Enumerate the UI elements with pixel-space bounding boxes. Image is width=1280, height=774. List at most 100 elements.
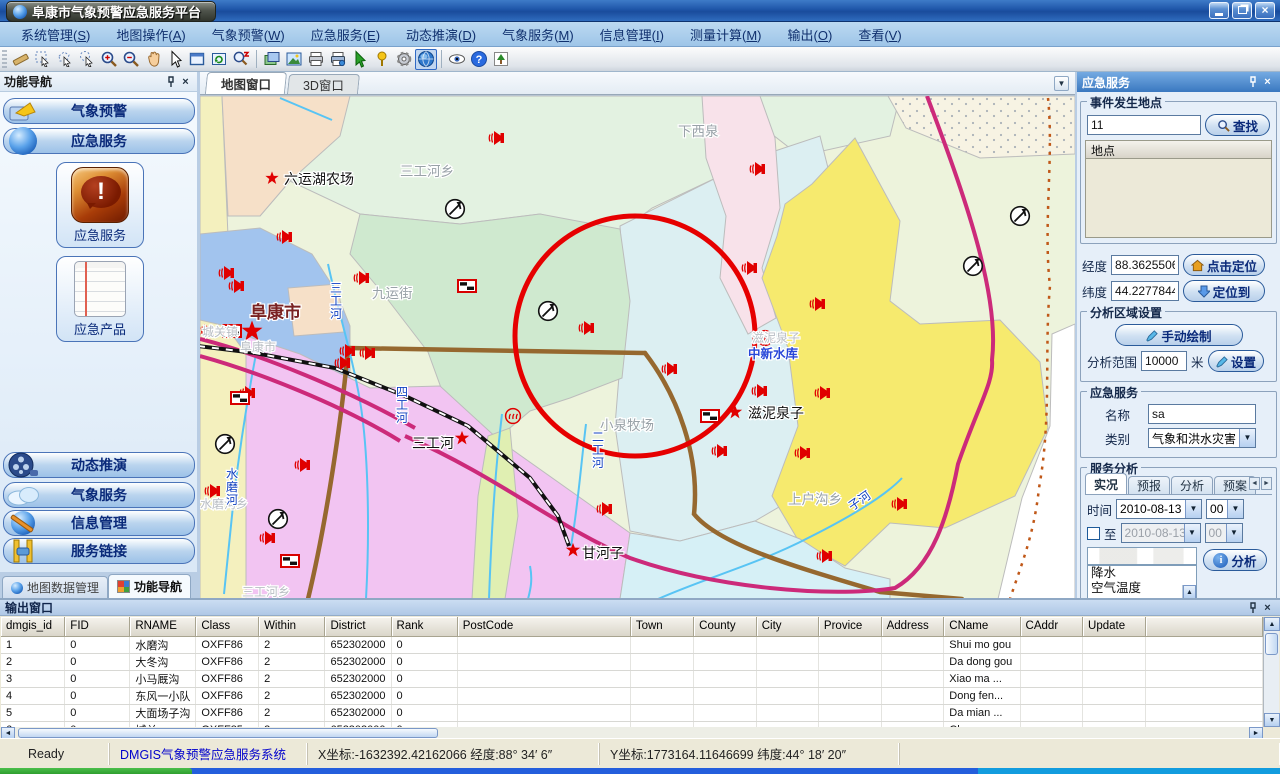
service-type-select[interactable]: 气象和洪水灾害 ▼ (1148, 428, 1256, 448)
close-button[interactable]: × (1255, 2, 1275, 19)
scrollbar-thumb[interactable] (1265, 633, 1278, 655)
menu-item-6[interactable]: 信息管理(I) (587, 22, 677, 47)
column-header[interactable]: dmgis_id (1, 617, 65, 636)
table-row[interactable]: 20大冬沟OXFF8626523020000Da dong gou (1, 653, 1263, 670)
table-row[interactable]: 10水磨沟OXFF8626523020000Shui mo gou (1, 636, 1263, 653)
column-header[interactable]: Update (1083, 617, 1146, 636)
column-header[interactable]: Town (630, 617, 693, 636)
flag-marker[interactable] (281, 555, 299, 567)
location-list[interactable] (1085, 158, 1272, 238)
flag-marker[interactable] (231, 392, 249, 404)
column-header[interactable]: District (325, 617, 391, 636)
print-icon[interactable] (305, 49, 327, 70)
wind-station-marker[interactable] (216, 435, 235, 454)
set-button[interactable]: 设置 (1208, 350, 1264, 372)
column-header[interactable]: CName (944, 617, 1020, 636)
location-list-header[interactable]: 地点 (1085, 140, 1272, 158)
measure-icon[interactable] (10, 49, 32, 70)
menu-item-5[interactable]: 气象服务(M) (489, 22, 587, 47)
zoom-out-icon[interactable] (120, 49, 142, 70)
menu-item-8[interactable]: 输出(O) (775, 22, 846, 47)
restore-button[interactable] (1232, 2, 1252, 19)
menu-item-9[interactable]: 查看(V) (845, 22, 914, 47)
scroll-up-icon[interactable]: ▲ (1264, 617, 1280, 631)
nav-group-weather-warning[interactable]: 气象预警 (3, 98, 195, 124)
locate-to-button[interactable]: 定位到 (1183, 280, 1265, 302)
table-row[interactable]: 40东风一小队OXFF8626523020000Dong fen... (1, 687, 1263, 704)
wind-station-marker[interactable] (964, 257, 983, 276)
tab-map-data-management[interactable]: 地图数据管理 (2, 576, 108, 598)
range-field[interactable] (1141, 351, 1187, 371)
emergency-service-button[interactable]: ! 应急服务 (56, 162, 144, 248)
scrollbar-thumb[interactable] (18, 728, 438, 738)
select-point-icon[interactable] (76, 49, 98, 70)
menu-item-3[interactable]: 应急服务(E) (298, 22, 393, 47)
search-button[interactable]: 查找 (1205, 114, 1270, 136)
nav-bar-service-links[interactable]: 服务链接 (3, 538, 195, 564)
wind-station-marker[interactable] (539, 302, 558, 321)
analysis-tab-预报[interactable]: 预报 (1128, 476, 1170, 494)
menu-item-2[interactable]: 气象预警(W) (199, 22, 298, 47)
close-icon[interactable]: × (1260, 601, 1275, 615)
wind-station-marker[interactable] (269, 510, 288, 529)
list-item[interactable]: 空气温度 (1088, 581, 1196, 596)
column-header[interactable]: CAddr (1020, 617, 1083, 636)
column-header[interactable]: Within (259, 617, 325, 636)
column-header[interactable]: RNAME (130, 617, 196, 636)
pin-icon[interactable] (163, 75, 178, 89)
to-date-select[interactable]: 2010-08-13▼ (1121, 523, 1201, 543)
flag-marker[interactable] (701, 410, 719, 422)
close-icon[interactable]: × (1260, 75, 1275, 89)
pan-icon[interactable] (142, 49, 164, 70)
close-icon[interactable]: × (178, 75, 193, 89)
click-locate-button[interactable]: 点击定位 (1183, 254, 1265, 276)
flag-marker[interactable] (458, 280, 476, 292)
toolbar-grip[interactable] (2, 50, 7, 68)
refresh-icon[interactable] (208, 49, 230, 70)
tab-list-dropdown-icon[interactable]: ▼ (1054, 76, 1069, 91)
menu-item-4[interactable]: 动态推演(D) (393, 22, 489, 47)
date-select[interactable]: 2010-08-13▼ (1116, 499, 1202, 519)
location-search-input[interactable] (1087, 115, 1201, 135)
wind-station-marker[interactable] (446, 200, 465, 219)
menu-item-0[interactable]: 系统管理(S) (8, 22, 103, 47)
globe-icon[interactable] (415, 49, 437, 70)
placemark-icon[interactable] (371, 49, 393, 70)
scroll-down-icon[interactable]: ▼ (1264, 713, 1280, 727)
layers-icon[interactable] (261, 49, 283, 70)
service-name-field[interactable] (1148, 404, 1256, 424)
column-header[interactable]: Address (881, 617, 944, 636)
to-checkbox[interactable] (1087, 527, 1100, 540)
column-header[interactable]: FID (65, 617, 130, 636)
nav-group-emergency-service[interactable]: 应急服务 (3, 128, 195, 154)
emergency-product-button[interactable]: 应急产品 (56, 256, 144, 342)
column-header[interactable]: Rank (391, 617, 457, 636)
tab-scroll-arrows[interactable]: ◄► (1249, 477, 1272, 490)
select-poly-icon[interactable] (54, 49, 76, 70)
nav-bar-dynamic-simulation[interactable]: 动态推演 (3, 452, 195, 478)
help-icon[interactable]: ? (468, 49, 490, 70)
tab-3d-window[interactable]: 3D窗口 (287, 74, 360, 94)
analysis-tab-分析[interactable]: 分析 (1171, 476, 1213, 494)
column-header[interactable]: PostCode (457, 617, 630, 636)
wind-station-marker[interactable] (1011, 207, 1030, 226)
vertical-scrollbar[interactable]: ▲ ▼ (1263, 617, 1279, 727)
full-extent-icon[interactable] (186, 49, 208, 70)
nav-bar-weather-service[interactable]: 气象服务 (3, 482, 195, 508)
taskbar-sliver[interactable] (0, 768, 1280, 774)
identify-icon[interactable] (230, 49, 252, 70)
pin-icon[interactable] (1245, 75, 1260, 89)
latitude-field[interactable] (1111, 281, 1179, 301)
export-image-icon[interactable] (283, 49, 305, 70)
scroll-up-icon[interactable]: ▲ (1183, 585, 1196, 599)
longitude-field[interactable] (1111, 255, 1179, 275)
zoom-in-icon[interactable] (98, 49, 120, 70)
manual-draw-button[interactable]: 手动绘制 (1115, 324, 1243, 346)
select-feature-icon[interactable] (349, 49, 371, 70)
eye-icon[interactable] (446, 49, 468, 70)
title-bar[interactable]: 阜康市气象预警应急服务平台 × (0, 0, 1280, 22)
start-button-fragment[interactable] (0, 768, 192, 774)
element-preview-box[interactable] (1087, 547, 1197, 565)
print-setup-icon[interactable] (327, 49, 349, 70)
tab-function-navigation[interactable]: 功能导航 (108, 574, 191, 598)
